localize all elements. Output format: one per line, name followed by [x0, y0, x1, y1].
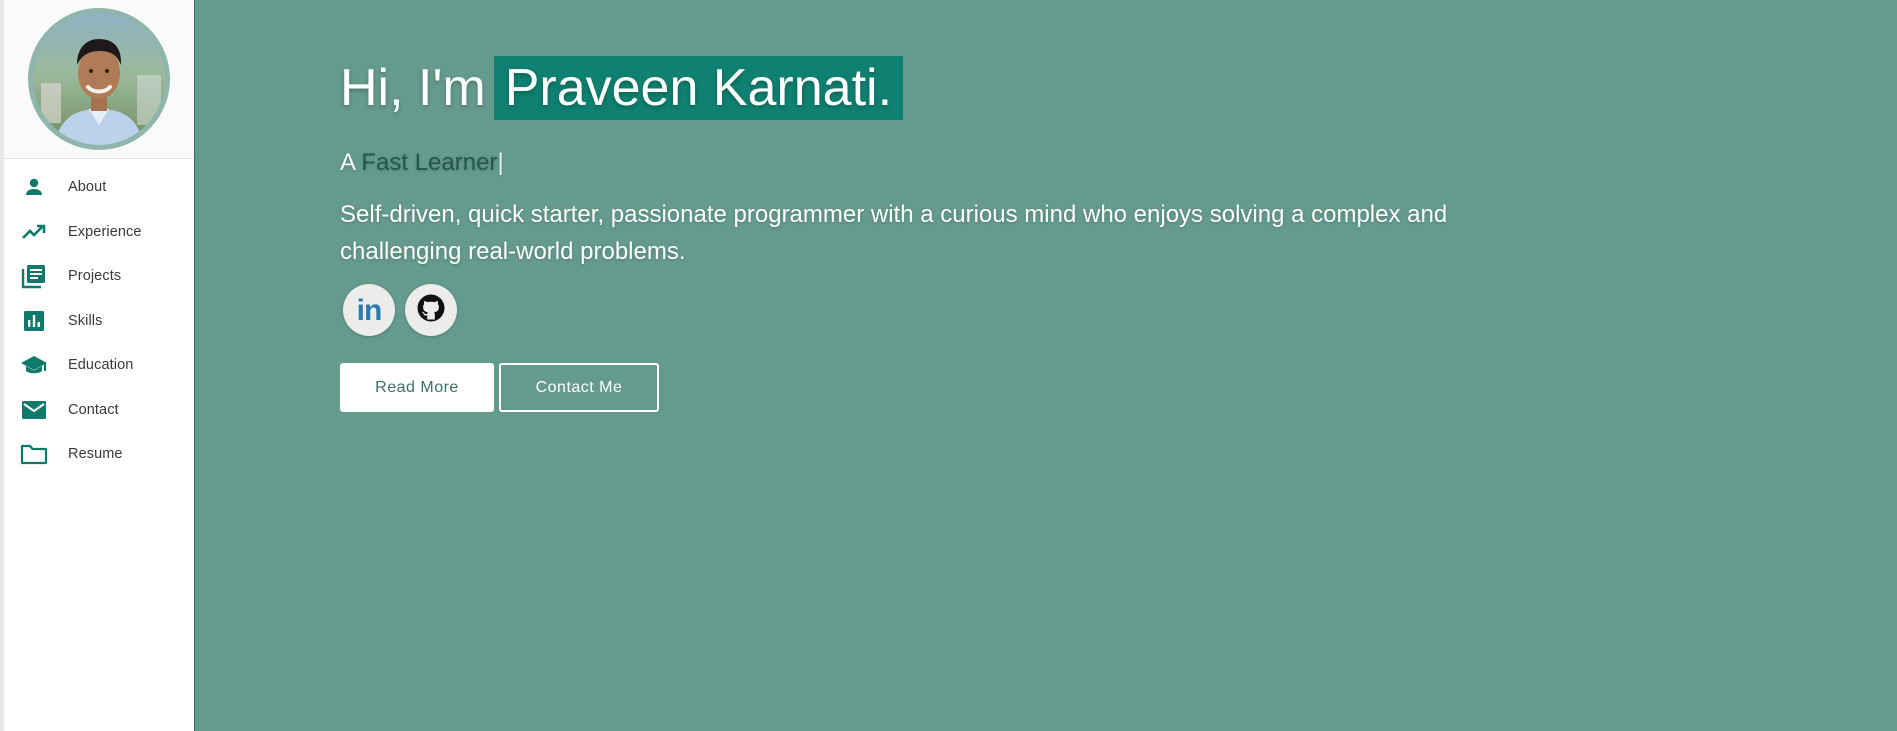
contact-me-button[interactable]: Contact Me — [499, 363, 659, 412]
github-icon — [416, 293, 446, 328]
linkedin-icon: in — [356, 294, 383, 327]
social-links: in — [340, 284, 1620, 336]
sidebar-item-experience[interactable]: Experience — [4, 210, 194, 255]
sidebar-item-resume[interactable]: Resume — [4, 432, 194, 477]
trending-up-icon — [20, 218, 48, 246]
tagline: A Fast Learner| — [340, 148, 1620, 178]
greeting-text: Hi, I'm — [340, 59, 486, 117]
tagline-prefix: A — [340, 149, 355, 176]
sidebar: About Experience Projects Skills Educati… — [0, 0, 195, 731]
page-title: Hi, I'm Praveen Karnati. — [340, 56, 1620, 120]
sidebar-item-label: Contact — [68, 401, 119, 418]
linkedin-link[interactable]: in — [343, 284, 395, 336]
read-more-button[interactable]: Read More — [340, 363, 494, 412]
library-books-icon — [20, 262, 48, 290]
typing-cursor: | — [497, 149, 504, 176]
cta-buttons: Read More Contact Me — [340, 363, 1620, 412]
avatar — [28, 8, 170, 150]
sidebar-nav: About Experience Projects Skills Educati… — [4, 165, 194, 477]
github-link[interactable] — [405, 284, 457, 336]
school-icon — [20, 351, 48, 379]
bar-chart-icon — [20, 307, 48, 335]
typed-text: Fast Learner — [361, 149, 498, 176]
sidebar-item-label: About — [68, 179, 107, 196]
sidebar-item-label: Education — [68, 357, 134, 374]
sidebar-item-label: Experience — [68, 223, 142, 240]
sidebar-item-projects[interactable]: Projects — [4, 254, 194, 299]
sidebar-item-label: Projects — [68, 268, 122, 285]
hero-section: Hi, I'm Praveen Karnati. A Fast Learner| … — [196, 0, 1897, 731]
sidebar-item-skills[interactable]: Skills — [4, 299, 194, 344]
mail-icon — [20, 396, 48, 424]
hero-content: Hi, I'm Praveen Karnati. A Fast Learner| … — [340, 56, 1620, 412]
sidebar-item-label: Skills — [68, 312, 103, 329]
sidebar-item-label: Resume — [68, 446, 123, 463]
folder-icon — [20, 440, 48, 468]
sidebar-item-education[interactable]: Education — [4, 343, 194, 388]
bio-text: Self-driven, quick starter, passionate p… — [340, 201, 1448, 265]
sidebar-item-contact[interactable]: Contact — [4, 388, 194, 433]
avatar-container — [4, 0, 194, 159]
person-icon — [20, 173, 48, 201]
name-highlight: Praveen Karnati. — [493, 56, 904, 120]
sidebar-item-about[interactable]: About — [4, 165, 194, 210]
